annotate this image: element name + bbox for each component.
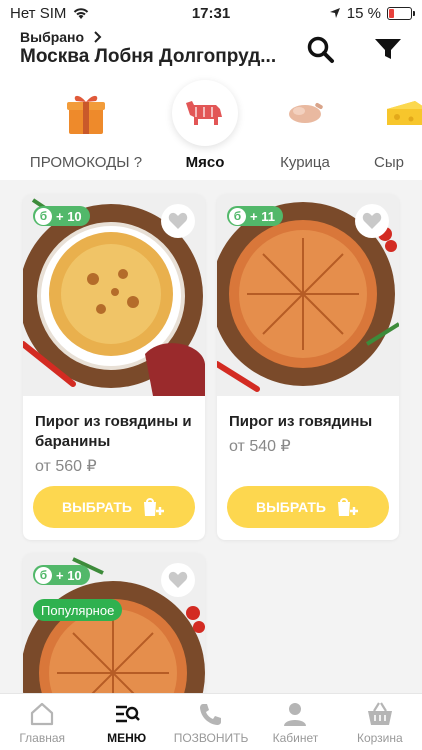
menu-search-icon — [115, 705, 140, 723]
bonus-value: + 10 — [56, 567, 82, 583]
favorite-button[interactable] — [355, 204, 389, 238]
tab-bar: Главная МЕНЮ ПОЗВОНИТЬ Кабинет Корзина — [0, 693, 422, 750]
category-label: ПРОМОКОДЫ ? — [29, 154, 143, 171]
category-label: Сыр — [374, 154, 404, 171]
bonus-badge: б + 10 — [33, 206, 90, 226]
app-screen: Нет SIM 17:31 15 % Выбрано Москва Лобня … — [0, 0, 422, 750]
category-label: Мясо — [185, 154, 225, 171]
category-chicken[interactable]: Курица — [267, 80, 343, 171]
favorite-button[interactable] — [161, 204, 195, 238]
bonus-letter: б — [35, 566, 52, 584]
product-image: б + 11 — [217, 194, 399, 396]
product-title: Пирог из говядины и баранины — [35, 413, 192, 450]
tab-call[interactable]: ПОЗВОНИТЬ — [169, 694, 253, 750]
location-arrow-icon — [329, 8, 340, 18]
product-image: б + 10 — [23, 194, 205, 396]
select-button[interactable]: ВЫБРАТЬ — [33, 486, 195, 528]
product-card[interactable]: б + 10 Популярное — [23, 553, 205, 713]
tab-account[interactable]: Кабинет — [253, 694, 337, 750]
cow-icon — [172, 80, 238, 146]
chosen-label: Выбрано — [20, 29, 85, 45]
heart-icon — [168, 571, 188, 588]
bonus-letter: б — [35, 207, 52, 225]
add-to-bag-icon — [144, 498, 164, 516]
product-card[interactable]: б + 11 Пирог из говядины от 540 ₽ ВЫБРАТ… — [217, 194, 399, 540]
tab-label: ПОЗВОНИТЬ — [173, 731, 249, 745]
status-bar: Нет SIM 17:31 15 % — [0, 0, 422, 26]
tab-label: Кабинет — [272, 731, 319, 745]
category-promocodes[interactable]: ПРОМОКОДЫ ? — [22, 80, 150, 171]
battery-percent: 15 % — [346, 4, 381, 22]
home-icon — [31, 702, 54, 726]
bonus-letter: б — [229, 207, 246, 225]
clock: 17:31 — [191, 4, 231, 22]
search-icon[interactable] — [305, 34, 335, 64]
user-icon — [284, 703, 307, 726]
popular-badge: Популярное — [33, 599, 123, 621]
carrier-label: Нет SIM — [10, 4, 67, 22]
city-label[interactable]: Москва Лобня Долгопруд... — [20, 46, 290, 68]
tab-cart[interactable]: Корзина — [338, 694, 422, 750]
category-cheese[interactable]: Сыр — [374, 80, 422, 171]
chicken-icon — [272, 80, 338, 146]
select-button-label: ВЫБРАТЬ — [61, 499, 132, 515]
add-to-bag-icon — [338, 498, 358, 516]
bonus-badge: б + 10 — [33, 565, 90, 585]
address-selector[interactable]: Выбрано — [20, 29, 102, 45]
gift-icon — [53, 80, 119, 146]
wifi-icon — [74, 8, 89, 19]
tab-label: МЕНЮ — [107, 731, 147, 745]
select-button-label: ВЫБРАТЬ — [255, 499, 326, 515]
bonus-value: + 10 — [56, 208, 82, 224]
select-button[interactable]: ВЫБРАТЬ — [227, 486, 389, 528]
bonus-value: + 11 — [250, 208, 275, 224]
product-card[interactable]: б + 10 Пирог из говядины и баранины от 5… — [23, 194, 205, 540]
category-label: Курица — [280, 154, 330, 171]
phone-icon — [200, 704, 222, 725]
category-bar: ПРОМОКОДЫ ? Мясо Курица Сыр — [0, 74, 422, 180]
tab-label: Корзина — [356, 731, 403, 745]
product-price: от 560 ₽ — [35, 458, 97, 475]
heart-icon — [168, 212, 188, 229]
tab-label: Главная — [19, 731, 66, 745]
heart-icon — [362, 212, 382, 229]
filter-icon[interactable] — [373, 34, 403, 64]
favorite-button[interactable] — [161, 563, 195, 597]
product-image: б + 10 Популярное — [23, 553, 205, 713]
battery-icon — [387, 6, 415, 20]
tab-menu[interactable]: МЕНЮ — [84, 694, 168, 750]
category-meat[interactable]: Мясо — [171, 80, 239, 171]
cheese-icon — [374, 80, 422, 146]
basket-icon — [367, 702, 392, 725]
product-price: от 540 ₽ — [229, 438, 291, 455]
tab-home[interactable]: Главная — [0, 694, 84, 750]
chevron-right-icon — [94, 31, 102, 43]
bonus-badge: б + 11 — [227, 206, 283, 226]
header: Выбрано Москва Лобня Долгопруд... — [0, 26, 422, 74]
